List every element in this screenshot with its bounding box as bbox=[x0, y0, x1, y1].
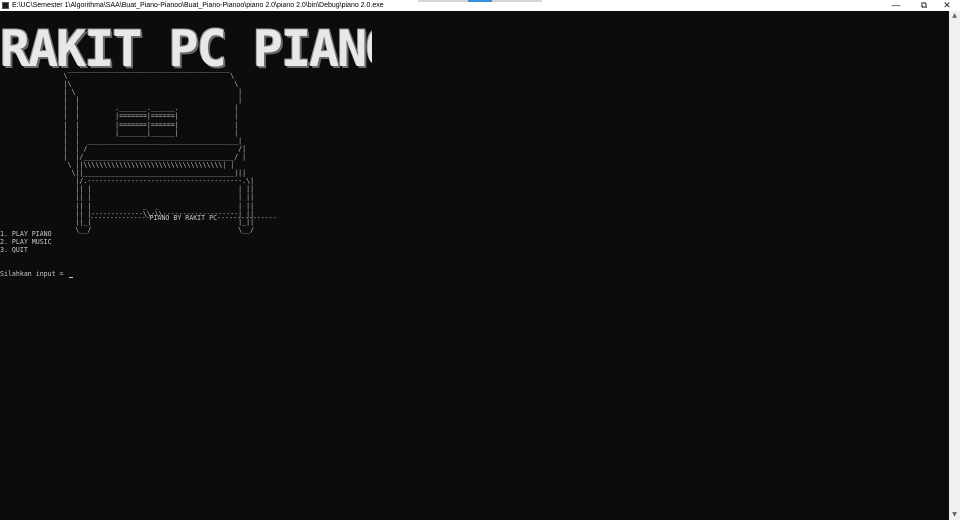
console-output-area[interactable]: RAKIT PC PIANO \‾‾‾‾‾‾‾‾‾‾‾‾‾‾‾‾‾‾‾‾‾‾‾‾… bbox=[0, 11, 949, 520]
titlebar-edge-strip bbox=[418, 0, 468, 2]
console-app-icon bbox=[2, 2, 9, 9]
text-cursor bbox=[68, 277, 73, 278]
menu-item-quit[interactable]: 3. QUIT bbox=[0, 246, 52, 254]
minimize-button[interactable]: — bbox=[883, 0, 909, 11]
scroll-down-arrow-icon[interactable]: ▼ bbox=[949, 510, 960, 520]
titlebar-edge-accent bbox=[468, 0, 492, 2]
window-title: E:\UC\Semester 1\Algorithma\SAA\Buat_Pia… bbox=[12, 2, 384, 9]
main-menu: 1. PLAY PIANO 2. PLAY MUSIC 3. QUIT bbox=[0, 230, 52, 254]
scroll-up-arrow-icon[interactable]: ▲ bbox=[949, 11, 960, 21]
titlebar-edge-strip-right bbox=[492, 0, 542, 2]
ascii-banner-title: RAKIT PC PIANO bbox=[0, 20, 372, 78]
piano-caption: ---------------PIANO BY RAKIT PC--------… bbox=[90, 214, 277, 222]
input-prompt-label: Silahkan input = bbox=[0, 270, 68, 278]
menu-item-play-piano[interactable]: 1. PLAY PIANO bbox=[0, 230, 52, 238]
input-prompt[interactable]: Silahkan input = bbox=[0, 270, 73, 278]
menu-item-play-music[interactable]: 2. PLAY MUSIC bbox=[0, 238, 52, 246]
piano-ascii-art: \‾‾‾‾‾‾‾‾‾‾‾‾‾‾‾‾‾‾‾‾‾‾‾‾‾‾‾‾‾‾‾‾‾‾‾‾‾‾‾… bbox=[63, 72, 255, 234]
close-button[interactable]: ✕ bbox=[934, 0, 960, 11]
vertical-scrollbar[interactable]: ▲ ▼ bbox=[949, 11, 960, 520]
window-titlebar[interactable]: E:\UC\Semester 1\Algorithma\SAA\Buat_Pia… bbox=[0, 0, 960, 11]
